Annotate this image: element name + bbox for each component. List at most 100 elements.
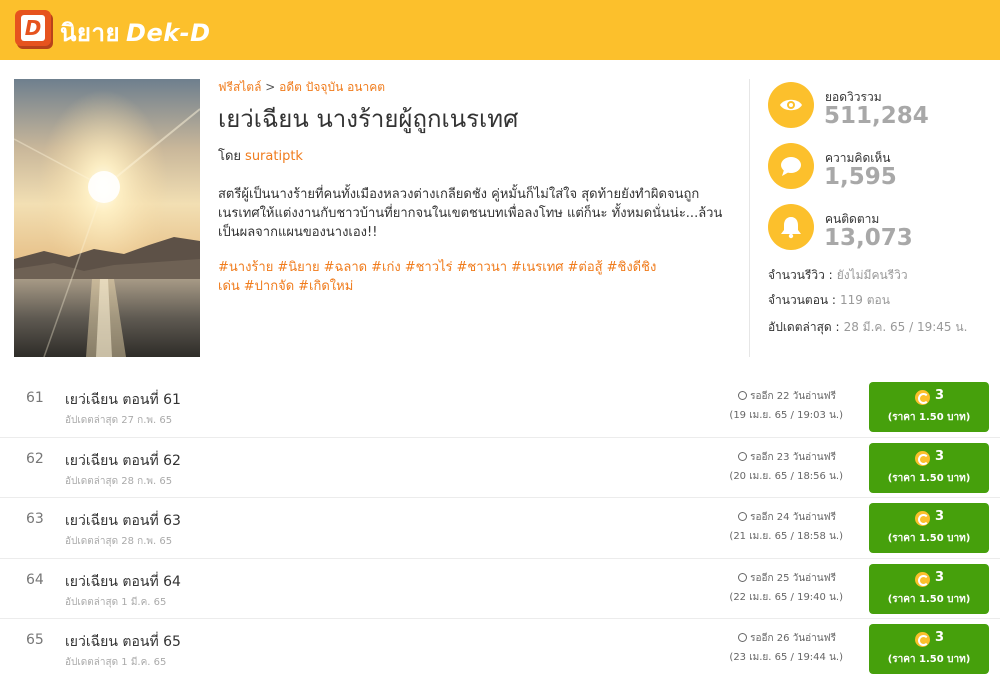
tag-link[interactable]: #เกิดใหม่	[298, 279, 353, 294]
episode-title[interactable]: เยว่เฉียน ตอนที่ 65	[65, 631, 181, 653]
episode-number: 65	[26, 632, 44, 648]
baht-price: (ราคา 1.50 บาท)	[887, 533, 971, 544]
episode-title[interactable]: เยว่เฉียน ตอนที่ 61	[65, 389, 181, 411]
free-countdown-text: รออีก 22 วันอ่านฟรี	[750, 391, 836, 402]
vertical-divider	[749, 79, 750, 357]
clock-icon	[738, 512, 748, 521]
episode-updated: อัปเดตล่าสุด 28 ก.พ. 65	[65, 475, 173, 487]
free-countdown: รออีก 25 วันอ่านฟรี	[738, 571, 836, 586]
dekd-logo[interactable]: D	[15, 10, 51, 46]
meta-episodes-value: 119 ตอน	[839, 293, 890, 307]
clock-icon	[738, 451, 748, 461]
episode-list: 61 เยว่เฉียน ตอนที่ 61 อัปเดตล่าสุด 27 ก…	[0, 377, 1000, 676]
novel-title: เยว่เฉียน นางร้ายผู้ถูกเนรเทศ	[218, 105, 519, 133]
coin-price: 3	[935, 448, 945, 464]
stat-comments-value: 1,595	[824, 164, 897, 190]
stat-views: ยอดวิวรวม 511,284	[768, 82, 988, 130]
coin-icon	[915, 390, 930, 405]
episode-row[interactable]: 61 เยว่เฉียน ตอนที่ 61 อัปเดตล่าสุด 27 ก…	[0, 377, 1000, 438]
tag-link[interactable]: #ชาวไร่	[405, 260, 453, 275]
free-date: (23 เม.ย. 65 / 19:44 น.)	[729, 652, 843, 663]
free-date: (20 เม.ย. 65 / 18:56 น.)	[729, 470, 843, 482]
brand-dekd: Dek-D	[126, 19, 211, 47]
brand-title[interactable]: นิยาย Dek-D	[60, 13, 211, 52]
meta-updated-value: 28 มี.ค. 65 / 19:45 น.	[843, 320, 968, 334]
episode-row[interactable]: 65 เยว่เฉียน ตอนที่ 65 อัปเดตล่าสุด 1 มี…	[0, 619, 1000, 676]
free-countdown-text: รออีก 26 วันอ่านฟรี	[750, 633, 836, 644]
coin-icon	[915, 511, 930, 526]
bell-icon	[768, 204, 814, 250]
clock-icon	[738, 633, 748, 642]
episode-updated: อัปเดตล่าสุด 1 มี.ค. 65	[65, 657, 167, 668]
free-date: (19 เม.ย. 65 / 19:03 น.)	[729, 410, 843, 421]
episode-title[interactable]: เยว่เฉียน ตอนที่ 64	[65, 571, 181, 593]
breadcrumb: ฟรีสไตล์ > อดีต ปัจจุบัน อนาคต	[218, 78, 728, 96]
meta-updated: อัปเดตล่าสุด :28 มี.ค. 65 / 19:45 น.	[768, 318, 967, 337]
episode-title[interactable]: เยว่เฉียน ตอนที่ 62	[65, 450, 181, 472]
tag-list: #นางร้าย #นิยาย #ฉลาด #เก่ง #ชาวไร่ #ชาวนา #เน…	[218, 258, 723, 296]
stat-followers-value: 13,073	[824, 225, 913, 251]
free-date: (22 เม.ย. 65 / 19:40 น.)	[729, 591, 843, 603]
tag-link[interactable]: #ต่อสู้	[568, 260, 603, 275]
top-bar: D นิยาย Dek-D	[0, 0, 1000, 60]
tag-link[interactable]: #เนรเทศ	[511, 260, 563, 275]
free-date: (21 เม.ย. 65 / 18:58 น.)	[729, 531, 843, 542]
episode-number: 63	[26, 511, 44, 527]
speech-bubble-icon	[768, 143, 814, 189]
meta-reviews-label: จำนวนรีวิว :	[768, 268, 833, 282]
episode-title[interactable]: เยว่เฉียน ตอนที่ 63	[65, 510, 181, 532]
episode-row[interactable]: 62 เยว่เฉียน ตอนที่ 62 อัปเดตล่าสุด 28 ก…	[0, 438, 1000, 498]
episode-row[interactable]: 63 เยว่เฉียน ตอนที่ 63 อัปเดตล่าสุด 28 ก…	[0, 498, 1000, 559]
tag-link[interactable]: #เก่ง	[371, 260, 401, 275]
meta-updated-label: อัปเดตล่าสุด :	[768, 320, 840, 334]
baht-price: (ราคา 1.50 บาท)	[887, 412, 971, 423]
coin-price: 3	[935, 630, 945, 645]
tag-link[interactable]: #นิยาย	[277, 260, 319, 275]
coin-price: 3	[935, 509, 945, 524]
tag-link[interactable]: #นางร้าย	[218, 260, 273, 275]
synopsis: สตรีผู้เป็นนางร้ายที่คนทั้งเมืองหลวงต่าง…	[218, 187, 723, 240]
buy-episode-button[interactable]: 3 (ราคา 1.50 บาท)	[869, 442, 989, 493]
stat-followers: คนติดตาม 13,073	[768, 204, 988, 252]
episode-updated: อัปเดตล่าสุด 28 ก.พ. 65	[65, 536, 173, 547]
stat-comments: ความคิดเห็น 1,595	[768, 143, 988, 191]
buy-episode-button[interactable]: 3 (ราคา 1.50 บาท)	[869, 503, 989, 553]
breadcrumb-separator: >	[265, 80, 276, 94]
free-countdown: รออีก 22 วันอ่านฟรี	[738, 389, 836, 404]
episode-updated: อัปเดตล่าสุด 1 มี.ค. 65	[65, 596, 167, 608]
tag-link[interactable]: #ชาวนา	[457, 260, 508, 275]
baht-price: (ราคา 1.50 บาท)	[887, 472, 971, 484]
episode-number: 64	[26, 571, 44, 588]
buy-episode-button[interactable]: 3 (ราคา 1.50 บาท)	[869, 563, 989, 614]
buy-episode-button[interactable]: 3 (ราคา 1.50 บาท)	[869, 382, 989, 432]
free-countdown: รออีก 24 วันอ่านฟรี	[738, 510, 836, 525]
coin-icon	[915, 632, 930, 647]
eye-icon	[768, 82, 814, 128]
breadcrumb-category[interactable]: ฟรีสไตล์	[218, 80, 261, 94]
episode-row[interactable]: 64 เยว่เฉียน ตอนที่ 64 อัปเดตล่าสุด 1 มี…	[0, 559, 1000, 619]
episode-number: 62	[26, 450, 44, 467]
free-countdown-text: รออีก 23 วันอ่านฟรี	[750, 451, 836, 463]
clock-icon	[738, 572, 748, 582]
episode-updated: อัปเดตล่าสุด 27 ก.พ. 65	[65, 415, 173, 426]
free-countdown-text: รออีก 24 วันอ่านฟรี	[750, 512, 836, 523]
by-label: โดย	[218, 149, 242, 164]
tag-link[interactable]: #ปากจัด	[244, 279, 294, 294]
stat-views-value: 511,284	[824, 103, 929, 129]
free-countdown-text: รออีก 25 วันอ่านฟรี	[750, 572, 836, 584]
logo-letter: D	[24, 16, 42, 40]
baht-price: (ราคา 1.50 บาท)	[887, 593, 971, 605]
coin-icon	[915, 571, 930, 587]
coin-price: 3	[935, 388, 945, 403]
meta-reviews-value: ยังไม่มีคนรีวิว	[836, 268, 908, 282]
author-link[interactable]: suratiptk	[245, 149, 303, 164]
tag-link[interactable]: #ฉลาด	[324, 260, 367, 275]
breadcrumb-subcategory[interactable]: อดีต ปัจจุบัน อนาคต	[279, 80, 385, 94]
meta-reviews: จำนวนรีวิว : ยังไม่มีคนรีวิว	[768, 266, 908, 285]
episode-number: 61	[26, 390, 44, 406]
meta-episodes-label: จำนวนตอน :	[768, 293, 836, 307]
free-countdown: รออีก 23 วันอ่านฟรี	[738, 450, 836, 465]
buy-episode-button[interactable]: 3 (ราคา 1.50 บาท)	[869, 624, 989, 674]
meta-episodes: จำนวนตอน :119 ตอน	[768, 291, 890, 310]
coin-price: 3	[935, 569, 945, 585]
